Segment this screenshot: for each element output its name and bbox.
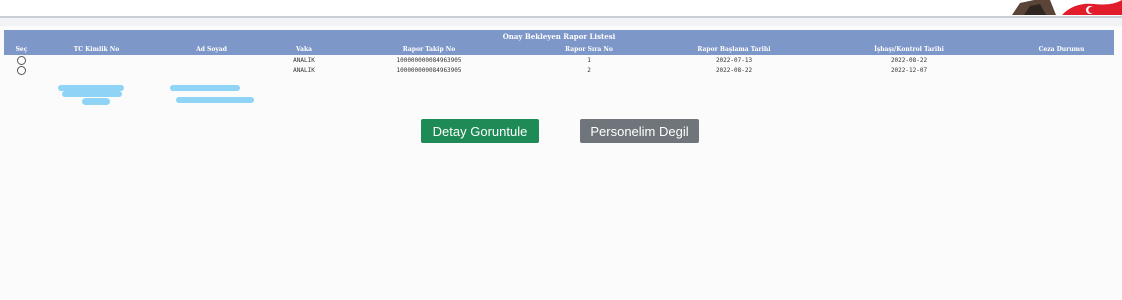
penalty-status-cell xyxy=(1009,65,1114,75)
redaction-mark xyxy=(62,91,122,97)
table-row: ANALIK 100000000084963905 1 2022-07-13 2… xyxy=(4,55,1114,65)
report-start-date-cell: 2022-07-13 xyxy=(715,56,753,64)
redaction-mark xyxy=(82,98,110,105)
top-header-bar xyxy=(0,0,1122,18)
column-header-select: Seç xyxy=(4,43,39,55)
detail-view-button[interactable]: Detay Goruntule xyxy=(421,119,539,143)
report-tracking-no-cell: 100000000084963905 xyxy=(396,56,462,64)
case-cell: ANALIK xyxy=(293,56,315,64)
column-header-penalty-status: Ceza Durumu xyxy=(1009,43,1115,55)
row-select-radio[interactable] xyxy=(17,65,26,75)
tc-no-cell xyxy=(39,65,154,75)
select-cell xyxy=(4,55,39,65)
column-header-case: Vaka xyxy=(269,43,339,55)
return-date-cell: 2022-08-22 xyxy=(890,56,928,64)
name-cell xyxy=(154,55,269,65)
flag-emblem-image xyxy=(1004,0,1122,15)
pending-report-table-container: Onay Bekleyen Rapor Listesi Seç TC Kimli… xyxy=(4,30,1115,75)
header-separator-band xyxy=(0,18,1122,26)
tc-no-cell xyxy=(39,55,154,65)
report-start-date-cell: 2022-08-22 xyxy=(715,66,753,74)
column-header-name: Ad Soyad xyxy=(154,43,269,55)
case-cell: ANALIK xyxy=(293,66,315,74)
table-row: ANALIK 100000000084963905 2 2022-08-22 2… xyxy=(4,65,1114,75)
column-header-report-tracking-no: Rapor Takip No xyxy=(339,43,519,55)
table-caption: Onay Bekleyen Rapor Listesi xyxy=(4,30,1115,43)
column-header-report-sequence-no: Rapor Sıra No xyxy=(519,43,659,55)
redaction-mark xyxy=(170,85,240,91)
column-header-tc-no: TC Kimlik No xyxy=(39,43,154,55)
return-date-cell: 2022-12-07 xyxy=(890,66,928,74)
redaction-mark xyxy=(176,97,254,103)
report-sequence-no-cell: 2 xyxy=(587,66,591,74)
name-cell xyxy=(154,65,269,75)
report-sequence-no-cell: 1 xyxy=(587,56,591,64)
column-header-return-date: İşbaşı/Kontrol Tarihi xyxy=(809,43,1009,55)
not-my-employee-button[interactable]: Personelim Degil xyxy=(580,119,699,143)
select-cell xyxy=(4,65,39,75)
pending-report-table: Onay Bekleyen Rapor Listesi Seç TC Kimli… xyxy=(4,30,1115,75)
report-tracking-no-cell: 100000000084963905 xyxy=(396,66,462,74)
penalty-status-cell xyxy=(1009,55,1114,65)
column-header-report-start-date: Rapor Başlama Tarihi xyxy=(659,43,809,55)
row-select-radio[interactable] xyxy=(17,55,26,65)
